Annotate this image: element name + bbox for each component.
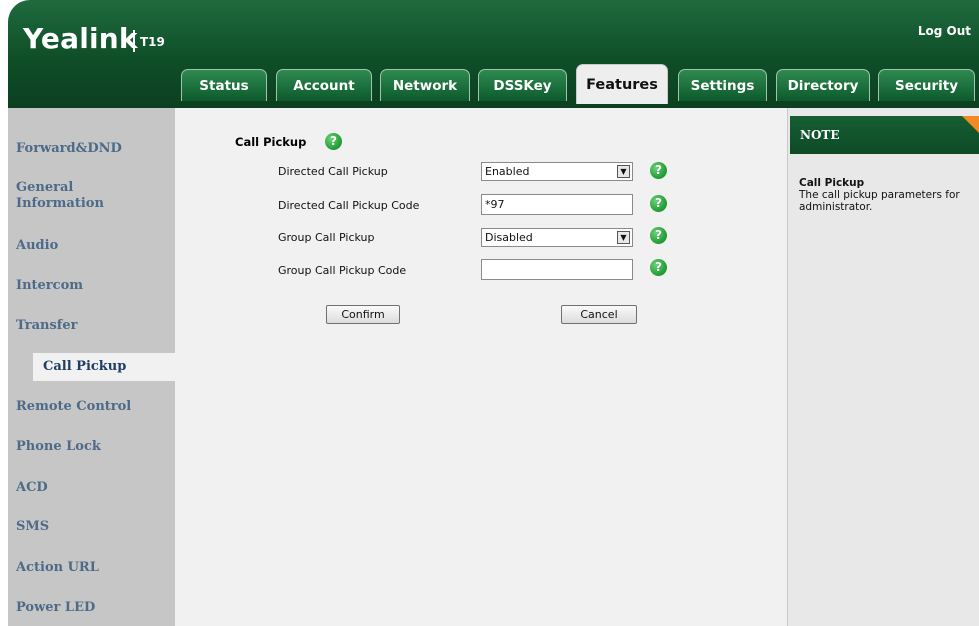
logout-link[interactable]: Log Out bbox=[918, 24, 971, 38]
tab-security[interactable]: Security bbox=[878, 69, 975, 101]
main-panel: Call Pickup ? Directed Call Pickup Enabl… bbox=[175, 108, 787, 626]
help-icon[interactable]: ? bbox=[650, 259, 667, 276]
help-icon[interactable]: ? bbox=[325, 133, 342, 150]
help-icon[interactable]: ? bbox=[650, 162, 667, 179]
logo-divider bbox=[133, 30, 135, 52]
help-icon[interactable]: ? bbox=[650, 227, 667, 244]
note-panel: NOTE Call Pickup The call pickup paramet… bbox=[787, 108, 979, 626]
tab-directory[interactable]: Directory bbox=[776, 69, 870, 101]
chevron-down-icon: ▼ bbox=[617, 165, 630, 178]
section-title: Call Pickup bbox=[235, 135, 307, 149]
note-heading: Call Pickup bbox=[799, 177, 865, 189]
note-body: The call pickup parameters for administr… bbox=[799, 189, 960, 213]
sidebar-item-call-pickup[interactable]: Call Pickup bbox=[33, 353, 183, 381]
select-value: Disabled bbox=[485, 231, 533, 244]
sidebar-item-acd[interactable]: ACD bbox=[16, 480, 175, 496]
field-label: Group Call Pickup bbox=[278, 231, 375, 244]
tab-network[interactable]: Network bbox=[380, 69, 470, 101]
note-title: NOTE bbox=[800, 128, 840, 142]
cancel-button[interactable]: Cancel bbox=[561, 305, 637, 324]
field-label: Directed Call Pickup bbox=[278, 165, 388, 178]
tab-account[interactable]: Account bbox=[276, 69, 372, 101]
tab-dsskey[interactable]: DSSKey bbox=[478, 69, 567, 101]
brand-logo: Yealink bbox=[23, 22, 138, 55]
sidebar-item-sms[interactable]: SMS bbox=[16, 519, 175, 535]
sidebar-item-power-led[interactable]: Power LED bbox=[16, 600, 175, 616]
field-label: Directed Call Pickup Code bbox=[278, 199, 420, 212]
tab-features[interactable]: Features bbox=[576, 64, 668, 104]
directed-call-pickup-code-input[interactable]: *97 bbox=[481, 194, 633, 215]
tab-settings[interactable]: Settings bbox=[678, 69, 767, 101]
select-value: Enabled bbox=[485, 165, 530, 178]
group-call-pickup-select[interactable]: Disabled ▼ bbox=[481, 228, 633, 247]
group-call-pickup-code-input[interactable] bbox=[481, 259, 633, 280]
sidebar-item-phone-lock[interactable]: Phone Lock bbox=[16, 439, 175, 455]
sidebar-item-transfer[interactable]: Transfer bbox=[16, 318, 175, 334]
sidebar-item-general-information[interactable]: General Information bbox=[16, 180, 175, 212]
sidebar: Forward&DND General Information Audio In… bbox=[8, 108, 183, 626]
model-label: T19 bbox=[140, 35, 165, 49]
directed-call-pickup-select[interactable]: Enabled ▼ bbox=[481, 162, 633, 181]
note-header: NOTE bbox=[790, 116, 979, 154]
sidebar-item-remote-control[interactable]: Remote Control bbox=[16, 399, 175, 415]
sidebar-item-audio[interactable]: Audio bbox=[16, 238, 175, 254]
corner-fold-icon bbox=[962, 116, 979, 134]
confirm-button[interactable]: Confirm bbox=[326, 305, 400, 324]
sidebar-item-intercom[interactable]: Intercom bbox=[16, 278, 175, 294]
sidebar-item-action-url[interactable]: Action URL bbox=[16, 560, 175, 576]
help-icon[interactable]: ? bbox=[650, 195, 667, 212]
field-label: Group Call Pickup Code bbox=[278, 264, 407, 277]
chevron-down-icon: ▼ bbox=[617, 231, 630, 244]
sidebar-item-forward-dnd[interactable]: Forward&DND bbox=[16, 141, 175, 157]
tab-status[interactable]: Status bbox=[181, 69, 267, 101]
